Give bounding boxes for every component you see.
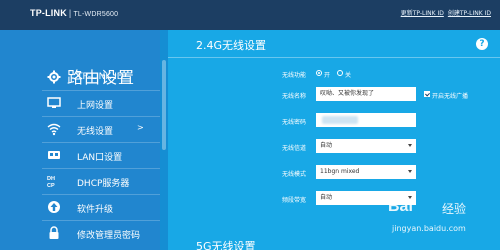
bandwidth-label: 频段带宽	[282, 197, 307, 204]
lan-icon	[47, 148, 61, 162]
nav-divider	[42, 90, 160, 91]
wireless-mode-label: 无线模式	[282, 171, 307, 178]
wireless-channel-select[interactable]: 自动	[316, 139, 416, 153]
upgrade-icon	[47, 200, 61, 214]
sidebar-item-lan[interactable]: LAN口设置	[0, 144, 160, 168]
section-title-5g: 5G无线设置	[196, 240, 256, 250]
watermark-cn: 经验	[442, 202, 467, 216]
wireless-off-radio[interactable]	[337, 70, 343, 76]
svg-text:CP: CP	[47, 183, 55, 188]
chevron-right-icon: >	[137, 123, 144, 132]
broadcast-checkbox-label: 开启无线广播	[432, 93, 469, 100]
wireless-password-label: 无线密码	[282, 119, 307, 126]
brand-separator: |	[68, 8, 72, 18]
dhcp-icon: DH CP	[47, 174, 61, 189]
wireless-off-label: 关	[345, 72, 352, 79]
help-icon[interactable]: ?	[476, 38, 488, 50]
sidebar-item-internet[interactable]: 上网设置	[0, 92, 160, 116]
password-redaction	[322, 116, 358, 124]
wireless-on-radio[interactable]	[316, 70, 322, 76]
create-tplink-id-link[interactable]: 创建TP-LINK ID	[448, 10, 491, 17]
update-tplink-id-link[interactable]: 更新TP-LINK ID	[401, 10, 444, 17]
wireless-on-label: 开	[324, 72, 331, 79]
wireless-function-label: 无线功能	[282, 72, 307, 79]
sidebar-scrollbar-thumb[interactable]	[162, 60, 166, 150]
lock-icon	[47, 226, 61, 240]
brand-name: TP-LINK	[30, 8, 67, 18]
sidebar-item-wireless[interactable]: 无线设置 >	[0, 118, 160, 142]
brand-logo: TP-LINK | TL-WDR5600	[30, 8, 118, 18]
svg-text:DH: DH	[47, 176, 55, 182]
wireless-channel-label: 无线信道	[282, 145, 307, 152]
sidebar-item-label: DHCP服务器	[77, 179, 130, 189]
sidebar-item-label: LAN口设置	[77, 153, 123, 163]
section-divider	[168, 57, 500, 58]
top-links: 更新TP-LINK ID 创建TP-LINK ID	[397, 8, 491, 17]
globe-icon	[47, 96, 61, 110]
watermark-brand: Bai	[388, 198, 413, 215]
baidu-watermark: Bai 经验 jingyan.baidu.com	[382, 196, 500, 250]
sidebar-item-label: TP-LINK ID	[77, 72, 124, 82]
sidebar-item-dhcp[interactable]: DH CP DHCP服务器	[0, 170, 160, 194]
section-title-2g: 2.4G无线设置	[196, 39, 267, 52]
sidebar-item-upgrade[interactable]: 软件升级	[0, 196, 160, 220]
sidebar-item-label: 软件升级	[77, 205, 114, 215]
wireless-mode-select[interactable]: 11bgn mixed	[316, 165, 416, 179]
nav-divider	[42, 220, 160, 221]
watermark-url: jingyan.baidu.com	[392, 224, 466, 233]
gear-icon	[47, 70, 61, 84]
nav-divider	[42, 116, 160, 117]
sidebar-item-admin-password[interactable]: 修改管理员密码	[0, 222, 160, 246]
sidebar-item-label: 无线设置	[77, 127, 114, 137]
nav-divider	[42, 194, 160, 195]
model-name: TL-WDR5600	[73, 11, 119, 18]
sidebar-item-label: 修改管理员密码	[77, 231, 141, 241]
nav-divider	[42, 168, 160, 169]
top-bar: TP-LINK | TL-WDR5600 更新TP-LINK ID 创建TP-LINK…	[0, 0, 500, 30]
sidebar-item-label: 上网设置	[77, 101, 114, 111]
nav-divider	[42, 142, 160, 143]
wireless-password-input[interactable]	[316, 113, 416, 127]
wireless-name-label: 无线名称	[282, 93, 307, 100]
wifi-icon	[47, 122, 61, 136]
broadcast-checkbox[interactable]	[424, 91, 430, 97]
sidebar: 路由设置 TP-LINK ID 上网设置 无线设置 > LAN口设置 DH CP …	[0, 30, 160, 250]
sidebar-item-tplink-id[interactable]: TP-LINK ID	[0, 66, 160, 90]
wireless-name-input[interactable]: 叹呦、又被你发现了	[316, 87, 416, 101]
